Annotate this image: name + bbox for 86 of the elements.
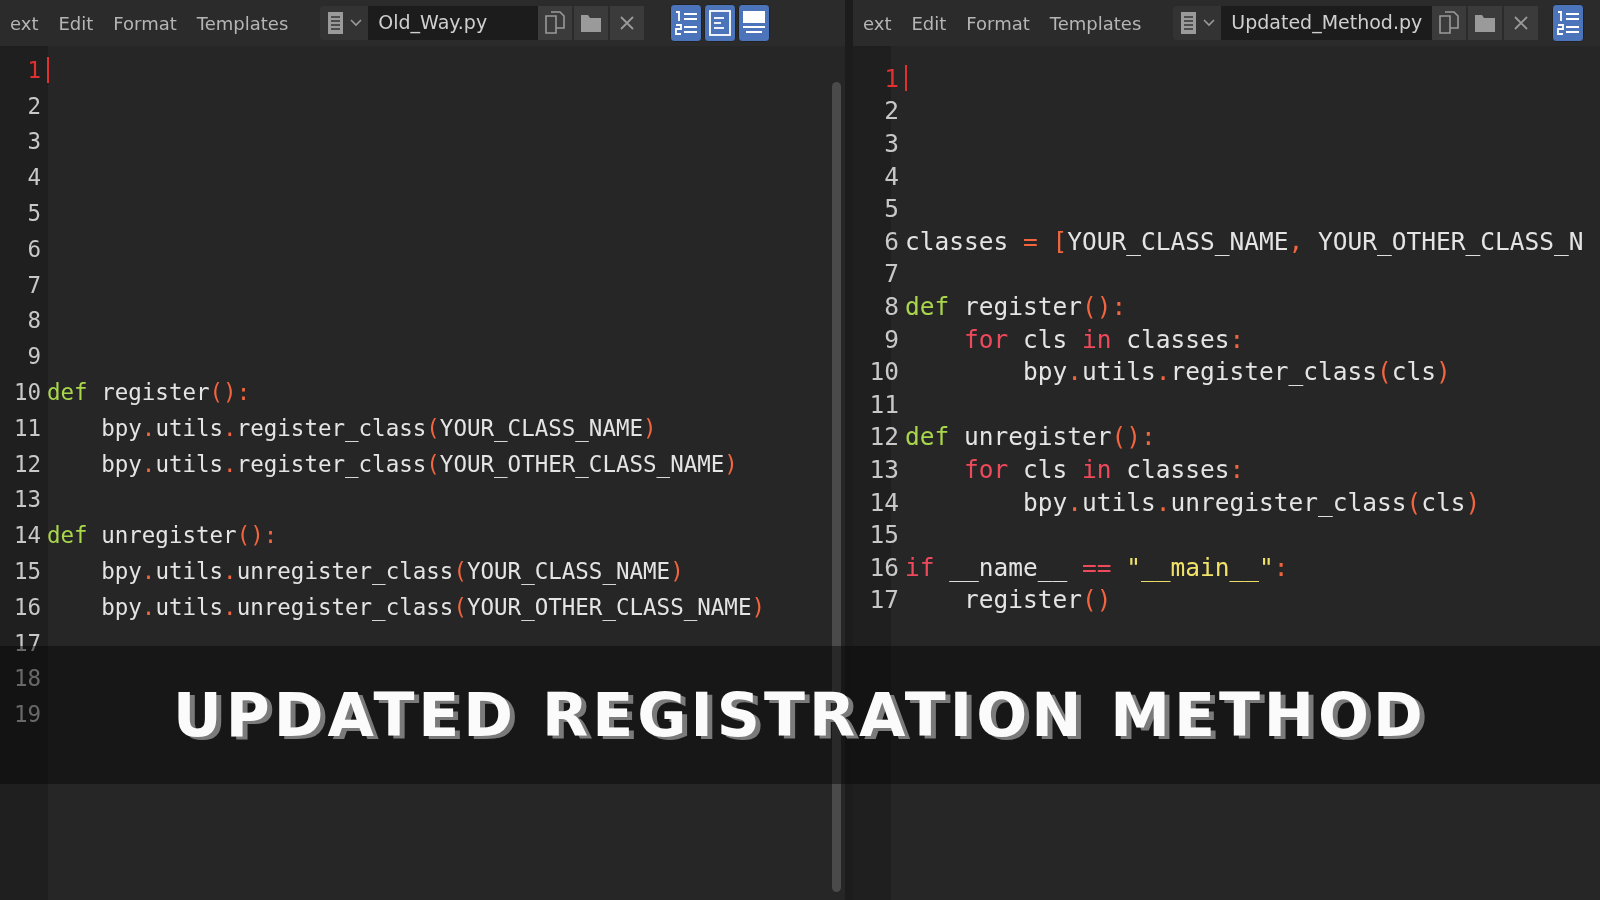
line-number: 7 — [883, 259, 900, 289]
new-text-button[interactable] — [1432, 6, 1467, 40]
close-icon — [619, 15, 636, 31]
menu-item[interactable]: Templates — [1049, 12, 1142, 34]
code-line: bpy.utils.register_class(YOUR_CLASS_NAME) — [100, 414, 657, 441]
line-number: 1 — [883, 63, 900, 93]
menu-item[interactable]: Format — [113, 12, 177, 34]
code-line: bpy.utils.unregister_class(cls) — [1022, 487, 1481, 517]
line-number: 17 — [868, 585, 900, 615]
line-number: 10 — [12, 379, 42, 406]
line-number: 2 — [883, 96, 900, 126]
code-line: register() — [963, 585, 1112, 615]
line-number: 8 — [883, 291, 900, 321]
menu-item[interactable]: ext — [863, 12, 892, 34]
line-number: 13 — [12, 486, 42, 513]
filename-field[interactable]: Updated_Method.py — [1221, 6, 1433, 40]
close-button[interactable] — [610, 6, 645, 40]
line-numbers-toggle[interactable] — [670, 4, 703, 42]
line-number: 11 — [868, 389, 900, 419]
line-number: 16 — [12, 593, 42, 620]
line-number: 4 — [883, 161, 900, 191]
close-icon — [1513, 15, 1530, 31]
line-number: 19 — [12, 701, 42, 728]
open-button[interactable] — [574, 6, 609, 40]
line-number: 8 — [26, 307, 42, 334]
copy-icon — [544, 11, 567, 35]
line-number: 3 — [883, 129, 900, 158]
word-wrap-toggle[interactable] — [704, 4, 737, 42]
folder-icon — [1473, 12, 1498, 34]
menu-item[interactable]: Templates — [196, 12, 289, 34]
line-number: 1 — [26, 56, 42, 83]
code-line: for cls in classes: — [963, 454, 1245, 484]
open-button[interactable] — [1468, 6, 1503, 40]
code-line: def register(): — [905, 291, 1127, 321]
code-line: bpy.utils.unregister_class(YOUR_OTHER_CLASS_NAME) — [100, 593, 765, 620]
line-number: 12 — [868, 422, 900, 452]
folder-icon — [579, 12, 604, 34]
code-line: def register(): — [47, 379, 251, 406]
line-number: 9 — [26, 343, 42, 370]
code-line: bpy.utils.register_class(YOUR_OTHER_CLASS_NAME) — [100, 450, 738, 477]
syntax-toggle[interactable] — [738, 4, 771, 42]
filename-field[interactable]: Old_Way.py — [368, 6, 539, 40]
caret-icon — [350, 19, 363, 27]
line-number: 9 — [883, 324, 900, 354]
editor-type-dropdown[interactable] — [1173, 6, 1222, 40]
new-text-button[interactable] — [538, 6, 573, 40]
line-number: 6 — [26, 235, 42, 262]
line-number: 14 — [868, 487, 900, 517]
code-line: bpy.utils.unregister_class(YOUR_CLASS_NAME) — [100, 558, 684, 585]
line-number: 18 — [12, 665, 42, 692]
code-line: bpy.utils.register_class(cls) — [1022, 357, 1451, 387]
caret-icon — [1203, 19, 1216, 27]
code-line: if __name__ == "__main__": — [905, 552, 1289, 582]
numbered-list-icon — [673, 10, 700, 36]
line-number: 2 — [26, 92, 42, 119]
menu-item[interactable]: Edit — [58, 12, 94, 34]
line-number: 17 — [12, 629, 42, 656]
line-number: 11 — [12, 414, 42, 441]
line-number: 10 — [868, 357, 900, 387]
code-line: def unregister(): — [905, 422, 1156, 452]
line-number: 4 — [26, 164, 42, 191]
line-number: 13 — [868, 454, 900, 484]
code-line: def unregister(): — [47, 522, 278, 549]
code-line: for cls in classes: — [963, 324, 1245, 354]
line-number: 15 — [868, 520, 900, 550]
line-number: 7 — [26, 271, 42, 298]
copy-icon — [1438, 11, 1461, 35]
banner-title: UPDATED REGISTRATION METHOD — [173, 680, 1427, 750]
line-number: 5 — [26, 200, 42, 227]
numbered-list-icon — [1555, 10, 1582, 36]
menu-item[interactable]: ext — [10, 12, 39, 34]
text-page-icon — [708, 10, 733, 36]
line-number: 14 — [12, 522, 42, 549]
line-number: 5 — [883, 194, 900, 224]
code-line: classes = [YOUR_CLASS_NAME, YOUR_OTHER_CLASS_N — [905, 226, 1584, 256]
line-number: 3 — [26, 128, 42, 155]
close-button[interactable] — [1504, 6, 1539, 40]
line-number: 15 — [12, 558, 42, 585]
line-number: 6 — [883, 226, 900, 256]
line-number: 16 — [868, 552, 900, 582]
lines-icon — [741, 10, 768, 36]
line-numbers-toggle[interactable] — [1552, 4, 1585, 42]
menu-item[interactable]: Format — [966, 12, 1030, 34]
editor-type-dropdown[interactable] — [320, 6, 369, 40]
menu-item[interactable]: Edit — [911, 12, 947, 34]
line-number: 12 — [12, 450, 42, 477]
